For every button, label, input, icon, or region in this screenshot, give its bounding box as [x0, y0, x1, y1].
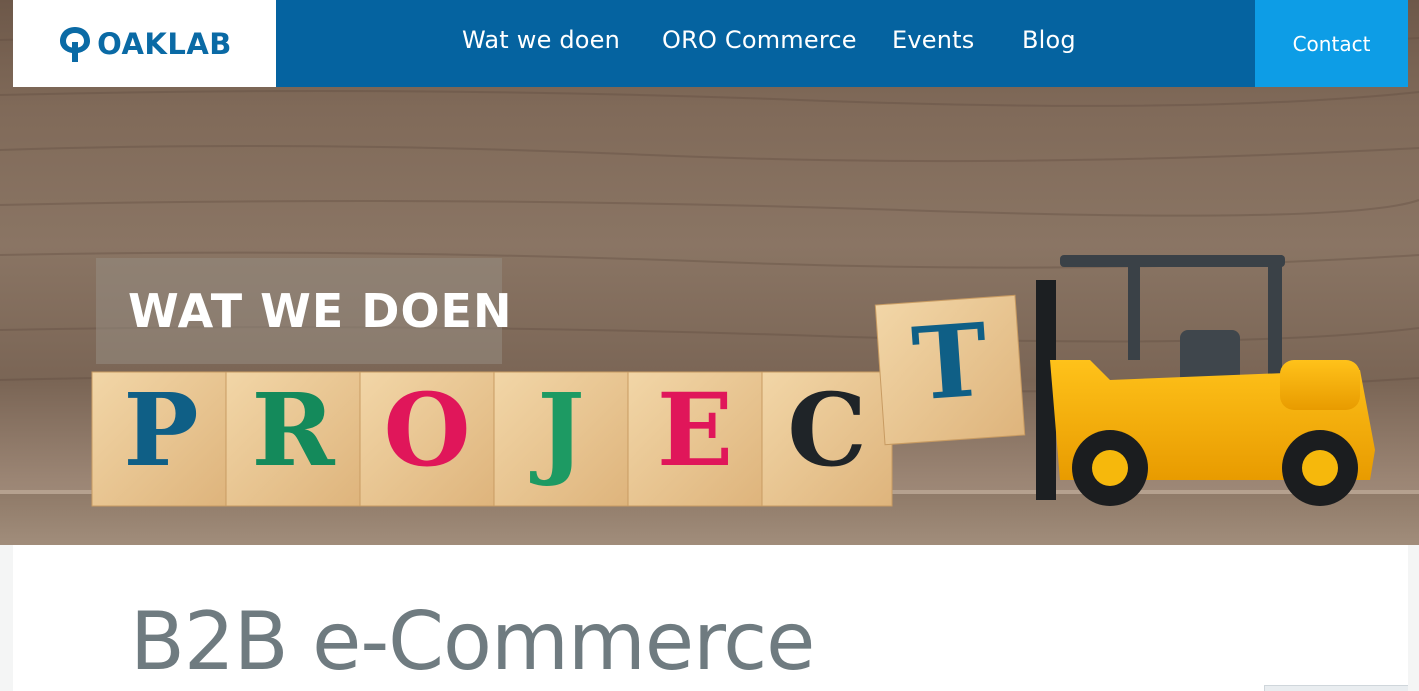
block-letter-p: P	[123, 371, 199, 489]
forklift-toy	[1036, 255, 1375, 506]
oak-tree-icon	[60, 26, 91, 62]
block-letter-r: R	[251, 371, 335, 489]
page-heading: B2B e-Commerce	[130, 595, 815, 688]
main-nav: Wat we doen ORO Commerce Events Blog	[276, 0, 1255, 87]
contact-button[interactable]: Contact	[1255, 0, 1408, 87]
nav-wat-we-doen[interactable]: Wat we doen	[462, 26, 620, 54]
corner-widget[interactable]	[1264, 685, 1408, 691]
block-letter-c: C	[787, 371, 867, 489]
nav-blog[interactable]: Blog	[1022, 26, 1076, 54]
hero-label-box: WAT WE DOEN	[96, 258, 511, 364]
block-letter-e: E	[656, 371, 734, 489]
block-letter-o: O	[383, 371, 471, 489]
page: P R O J E C T WAT WE DOEN OAKLAB Wat we …	[0, 0, 1419, 691]
logo-text: OAKLAB	[97, 26, 232, 61]
nav-events[interactable]: Events	[892, 26, 974, 54]
block-letter-j: J	[537, 371, 585, 489]
hero-label: WAT WE DOEN	[128, 284, 513, 338]
block-letter-t: T	[908, 300, 992, 424]
nav-oro-commerce[interactable]: ORO Commerce	[662, 26, 857, 54]
main-content: B2B e-Commerce	[13, 545, 1408, 691]
logo[interactable]: OAKLAB	[13, 0, 276, 87]
